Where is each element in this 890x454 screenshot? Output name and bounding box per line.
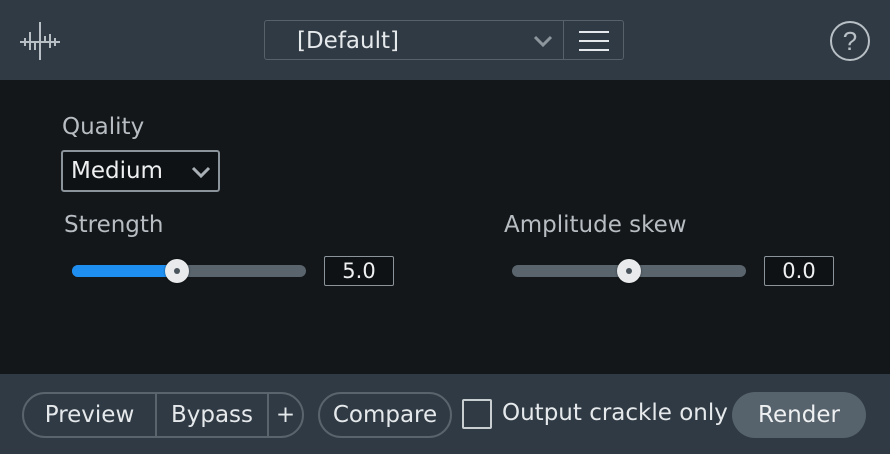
compare-button[interactable]: Compare (318, 392, 452, 438)
quality-selected-value: Medium (71, 158, 163, 184)
help-circle-icon[interactable]: ? (829, 20, 871, 62)
preset-selected-value: [Default] (297, 28, 399, 54)
chevron-down-icon (191, 166, 211, 179)
hamburger-menu-icon (579, 31, 609, 51)
amplitude-skew-slider-thumb[interactable] (617, 259, 641, 283)
preset-menu-button[interactable] (564, 21, 624, 59)
strength-value-field[interactable]: 5.0 (324, 256, 394, 286)
amplitude-skew-value-field[interactable]: 0.0 (764, 256, 834, 286)
quality-select[interactable]: Medium (61, 150, 220, 192)
preset-dropdown[interactable]: [Default] (264, 20, 624, 60)
strength-slider[interactable] (72, 259, 306, 283)
strength-label: Strength (64, 212, 164, 238)
waveform-logo-icon (20, 22, 60, 60)
amplitude-skew-label: Amplitude skew (504, 212, 687, 238)
output-crackle-checkbox[interactable] (462, 399, 492, 429)
quality-label: Quality (62, 114, 145, 140)
preview-button[interactable]: Preview (24, 394, 155, 436)
add-button[interactable]: + (269, 394, 302, 436)
strength-slider-fill (72, 265, 178, 277)
render-button[interactable]: Render (732, 392, 866, 438)
header-bar: [Default] ? (0, 0, 890, 80)
bypass-button[interactable]: Bypass (157, 394, 267, 436)
chevron-down-icon (533, 35, 553, 48)
footer-bar: Preview Bypass + Compare Output crackle … (0, 374, 890, 454)
svg-text:?: ? (843, 26, 857, 56)
output-crackle-label[interactable]: Output crackle only (502, 392, 728, 434)
preview-bypass-group: Preview Bypass + (22, 392, 304, 438)
amplitude-skew-slider[interactable] (512, 259, 746, 283)
